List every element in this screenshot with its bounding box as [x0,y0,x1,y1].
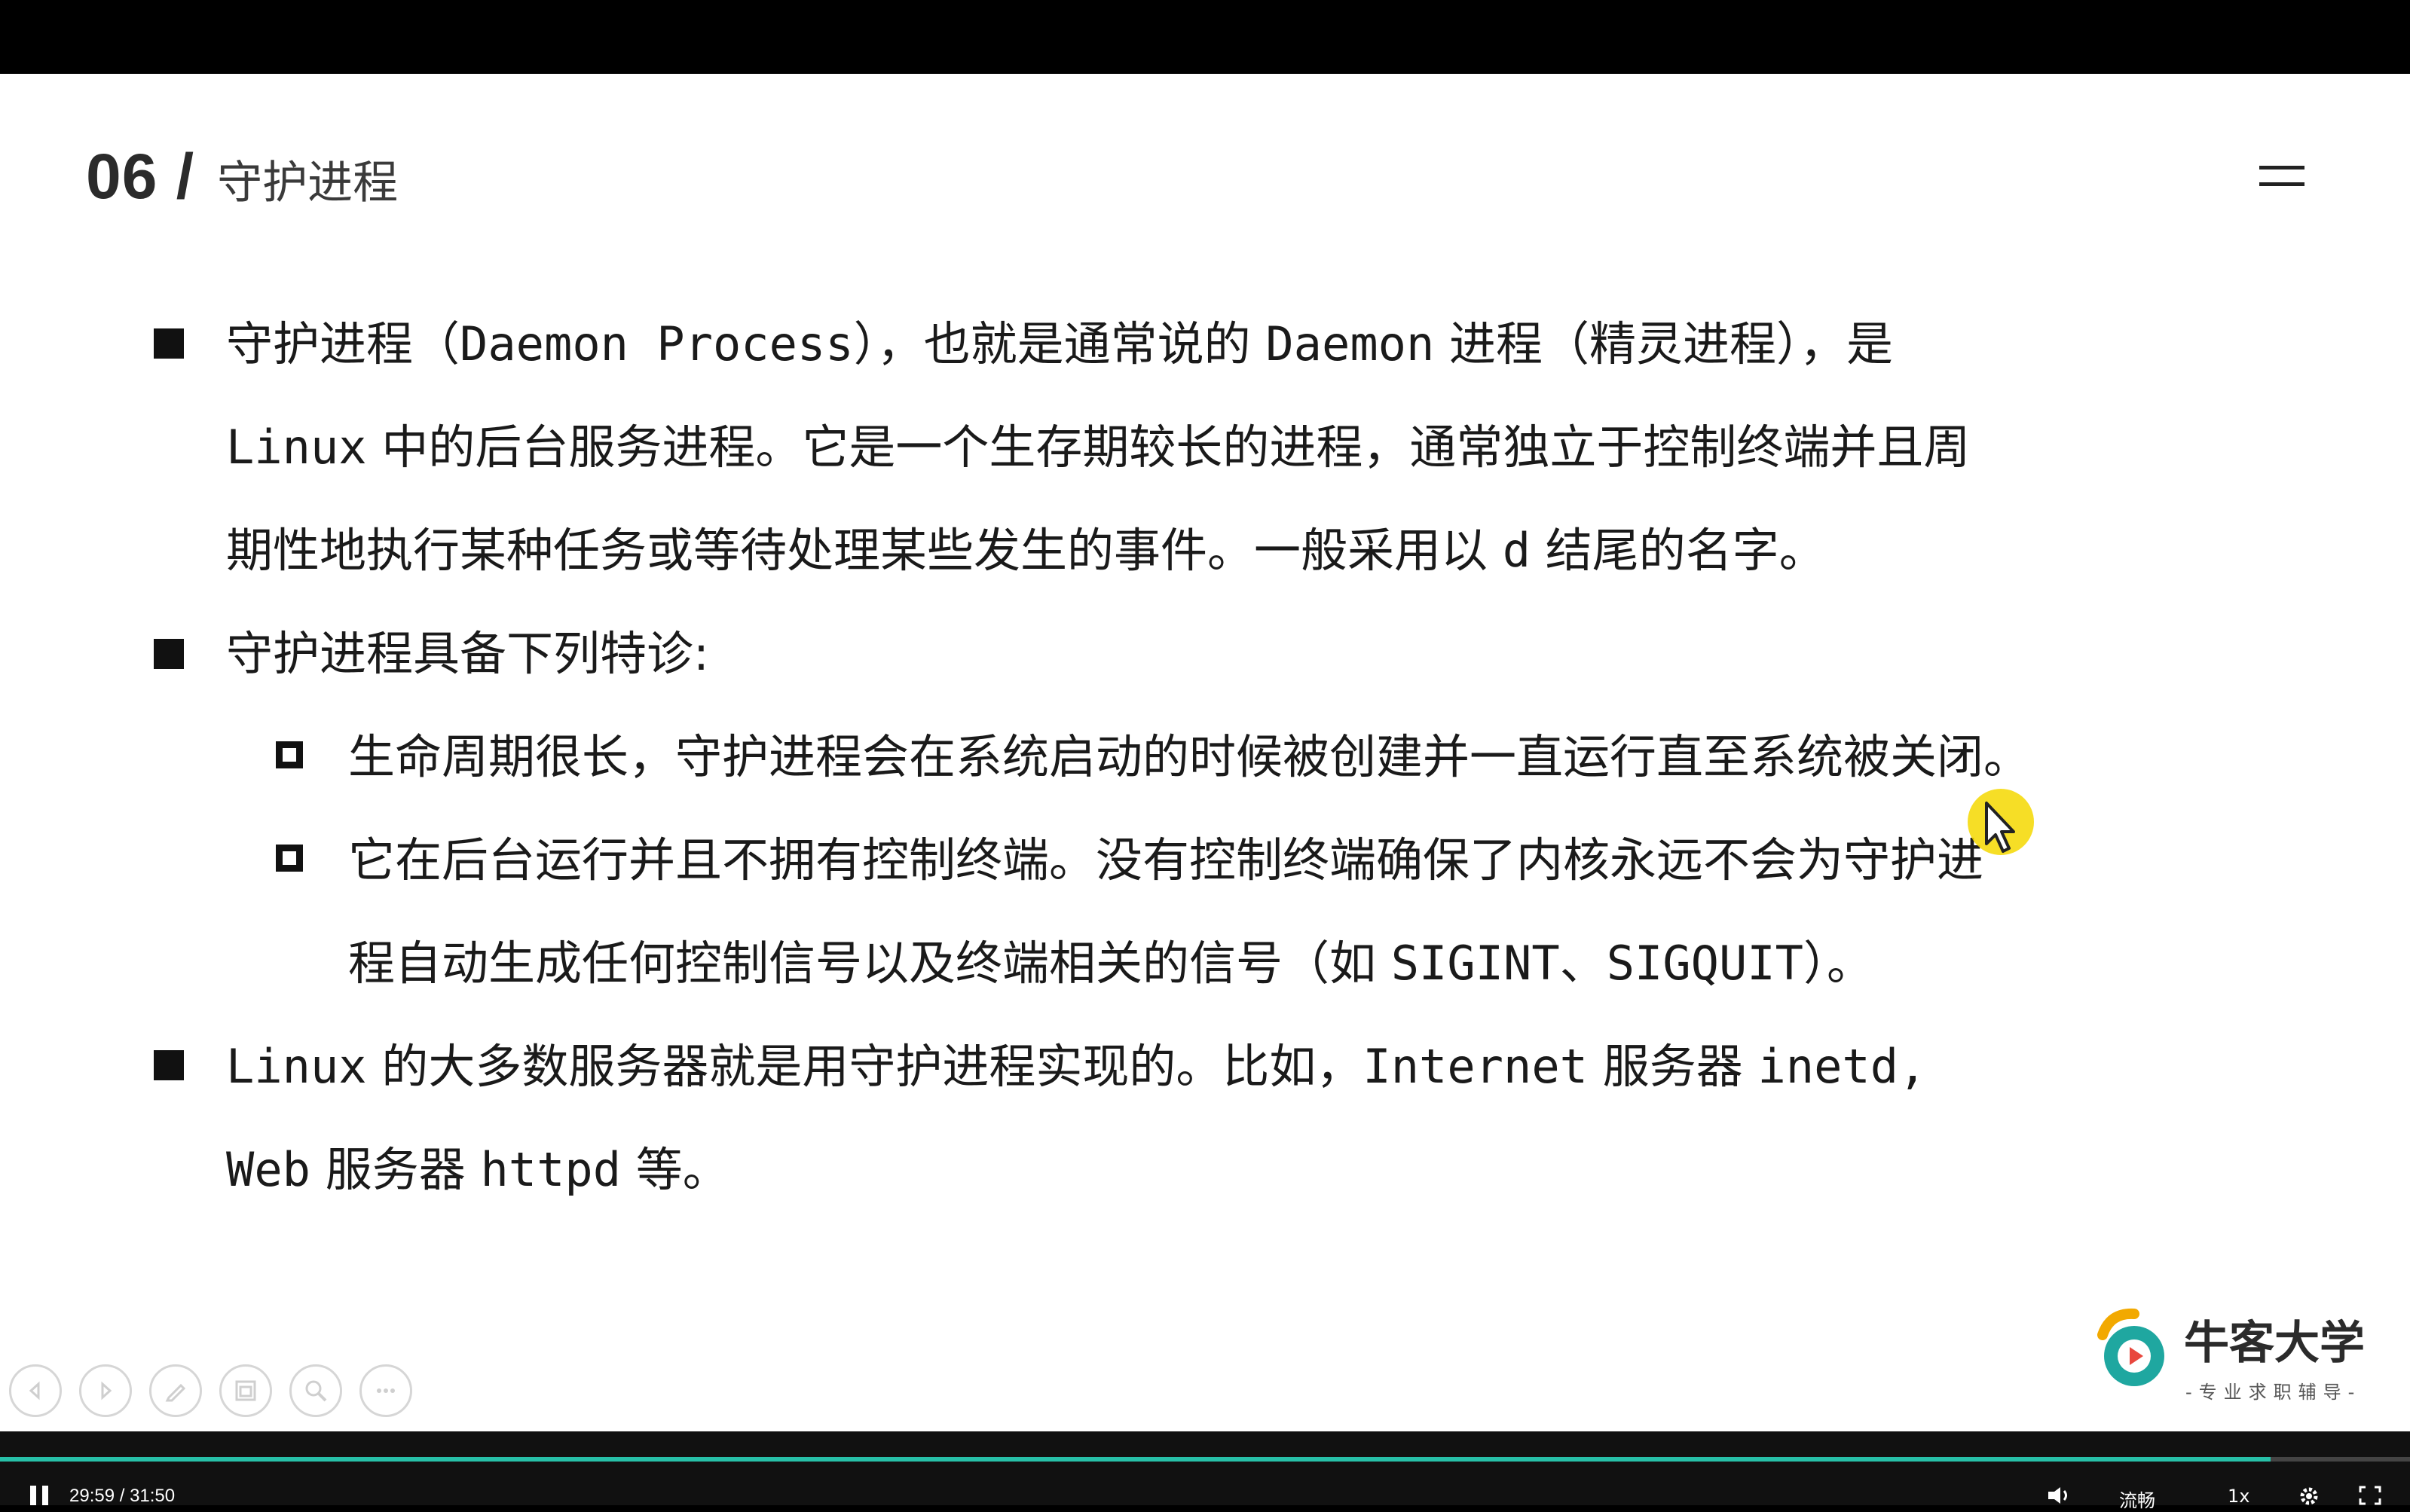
sub-item-no-terminal-line-2: 程自动生成任何控制信号以及终端相关的信号（如 SIGINT、SIGQUIT）。 [348,936,1874,991]
bullet-icon [154,1050,184,1080]
speed-button[interactable]: 1x [2228,1486,2249,1507]
sub-bullet-icon [276,845,303,872]
brand-logo: 牛客大学 -专业求职辅导- [2087,1305,2366,1431]
menu-icon[interactable] [2259,163,2304,193]
slide: 06 / 守护进程 守护进程（Daemon Process），也就是通常说的 D… [0,74,2410,1431]
progress-fill [0,1457,2271,1462]
logo-tagline: -专业求职辅导- [2185,1382,2362,1403]
video-player-controls: 29:59 / 31:50 流畅 1x [0,1431,2410,1511]
prev-icon[interactable] [9,1364,62,1417]
paragraph-daemon-definition-line-1: 守护进程（Daemon Process），也就是通常说的 Daemon 进程（精… [226,316,1894,371]
sub-item-long-lifecycle: 生命周期很长，守护进程会在系统启动的时候被创建并一直运行直至系统被关闭。 [348,729,2031,784]
quality-button[interactable]: 流畅 [2119,1486,2155,1512]
sub-bullet-icon [276,741,303,768]
slide-title: 守护进程 [217,157,399,209]
next-icon[interactable] [79,1364,132,1417]
cursor-icon [1968,789,2034,855]
sub-item-no-terminal-line-1: 它在后台运行并且不拥有控制终端。没有控制终端确保了内核永远不会为守护进 [348,832,1984,887]
slide-header: 06 / 守护进程 [86,140,398,223]
paragraph-servers-line-2: Web 服务器 httpd 等。 [226,1142,729,1197]
fullscreen-icon[interactable] [2359,1486,2381,1505]
progress-bar[interactable] [0,1457,2410,1462]
paragraph-daemon-definition-line-2: Linux 中的后台服务进程。它是一个生存期较长的进程，通常独立于控制终端并且周 [226,420,1971,475]
volume-icon[interactable] [2047,1486,2072,1505]
settings-icon[interactable] [2298,1486,2320,1505]
time-display: 29:59 / 31:50 [69,1486,176,1506]
zoom-icon[interactable] [289,1364,342,1417]
pen-icon[interactable] [149,1364,202,1417]
slide-number: 06 / [86,141,195,212]
paragraph-features-heading: 守护进程具备下列特诊: [226,626,709,681]
paragraph-daemon-definition-line-3: 期性地执行某种任务或等待处理某些发生的事件。一般采用以 d 结尾的名字。 [226,523,1826,578]
bullet-icon [154,328,184,359]
logo-text: 牛客大学 [2184,1317,2365,1370]
bullet-icon [154,639,184,669]
logo-mark-icon [2097,1308,2164,1386]
more-icon[interactable] [359,1364,412,1417]
slides-icon[interactable] [219,1364,272,1417]
pause-icon[interactable] [30,1486,53,1505]
paragraph-servers-line-1: Linux 的大多数服务器就是用守护进程实现的。比如，Internet 服务器 … [226,1039,1927,1094]
